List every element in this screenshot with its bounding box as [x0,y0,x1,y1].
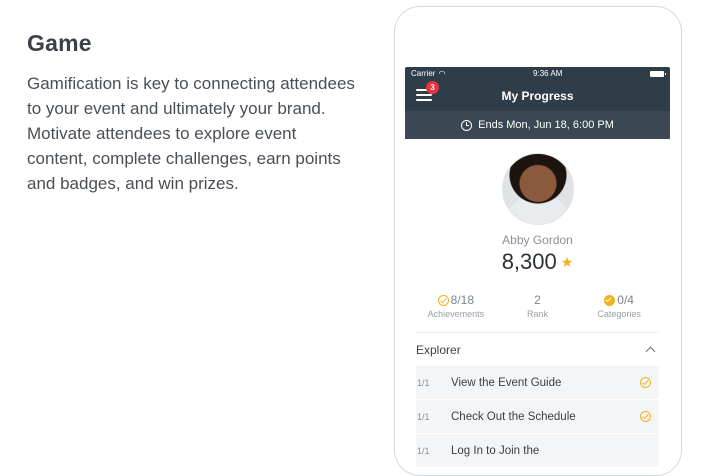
stat-label: Categories [597,309,641,319]
wifi-icon: ◠ [438,69,446,78]
avatar[interactable] [501,153,574,225]
check-circle-filled-icon [604,294,616,306]
status-time: 9:36 AM [533,69,563,78]
points-value: 8,300 [501,249,557,274]
carrier-label: Carrier [411,69,436,78]
chevron-up-icon[interactable] [645,346,656,357]
stat-achievements[interactable]: 8/18 Achievements [416,293,496,319]
stat-rank[interactable]: 2 Rank [497,293,577,319]
marketing-text: Game Gamification is key to connecting a… [27,30,357,196]
check-circle-icon [640,377,651,388]
stat-label: Rank [526,309,548,319]
task-progress: 1/1 [417,377,430,388]
points-total: 8,300 ★ [405,249,670,275]
event-end-text: Ends Mon, Jun 18, 6:00 PM [478,119,614,131]
task-label: Log In to Join the [451,444,540,457]
task-row[interactable]: 1/1 Log In to Join the [416,434,659,467]
section-heading: Game [27,30,92,56]
clock-icon [461,119,473,131]
nav-bar: 3 My Progress [405,80,670,111]
task-progress: 1/1 [417,411,430,422]
stats-row: 8/18 Achievements 2 Rank 0/4 Categories [405,293,670,319]
profile-section: Abby Gordon 8,300 ★ [405,139,670,275]
battery-icon [649,70,666,77]
section-description: Gamification is key to connecting attend… [27,74,355,193]
stat-value: 8/18 [450,293,474,307]
stat-label: Achievements [427,309,485,319]
event-end-bar: Ends Mon, Jun 18, 6:00 PM [405,111,670,139]
stat-value: 0/4 [617,293,634,307]
task-label: Check Out the Schedule [451,410,576,423]
stat-categories[interactable]: 0/4 Categories [579,293,659,319]
task-label: View the Event Guide [451,376,562,389]
check-circle-icon [437,294,449,306]
page-title: My Progress [501,88,574,103]
check-circle-icon [640,411,651,422]
section-header-explorer[interactable]: Explorer [405,333,670,366]
section-title: Explorer [416,342,461,357]
status-bar: Carrier ◠ 9:36 AM [405,67,670,80]
stat-value: 2 [534,293,541,307]
task-row[interactable]: 1/1 Check Out the Schedule [416,400,659,433]
phone-screen: Carrier ◠ 9:36 AM 3 My Progress Ends Mon… [405,67,670,467]
star-icon: ★ [560,253,574,270]
task-progress: 1/1 [417,445,430,456]
user-name: Abby Gordon [502,233,573,247]
task-row[interactable]: 1/1 View the Event Guide [416,366,659,399]
notification-badge: 3 [426,81,439,94]
